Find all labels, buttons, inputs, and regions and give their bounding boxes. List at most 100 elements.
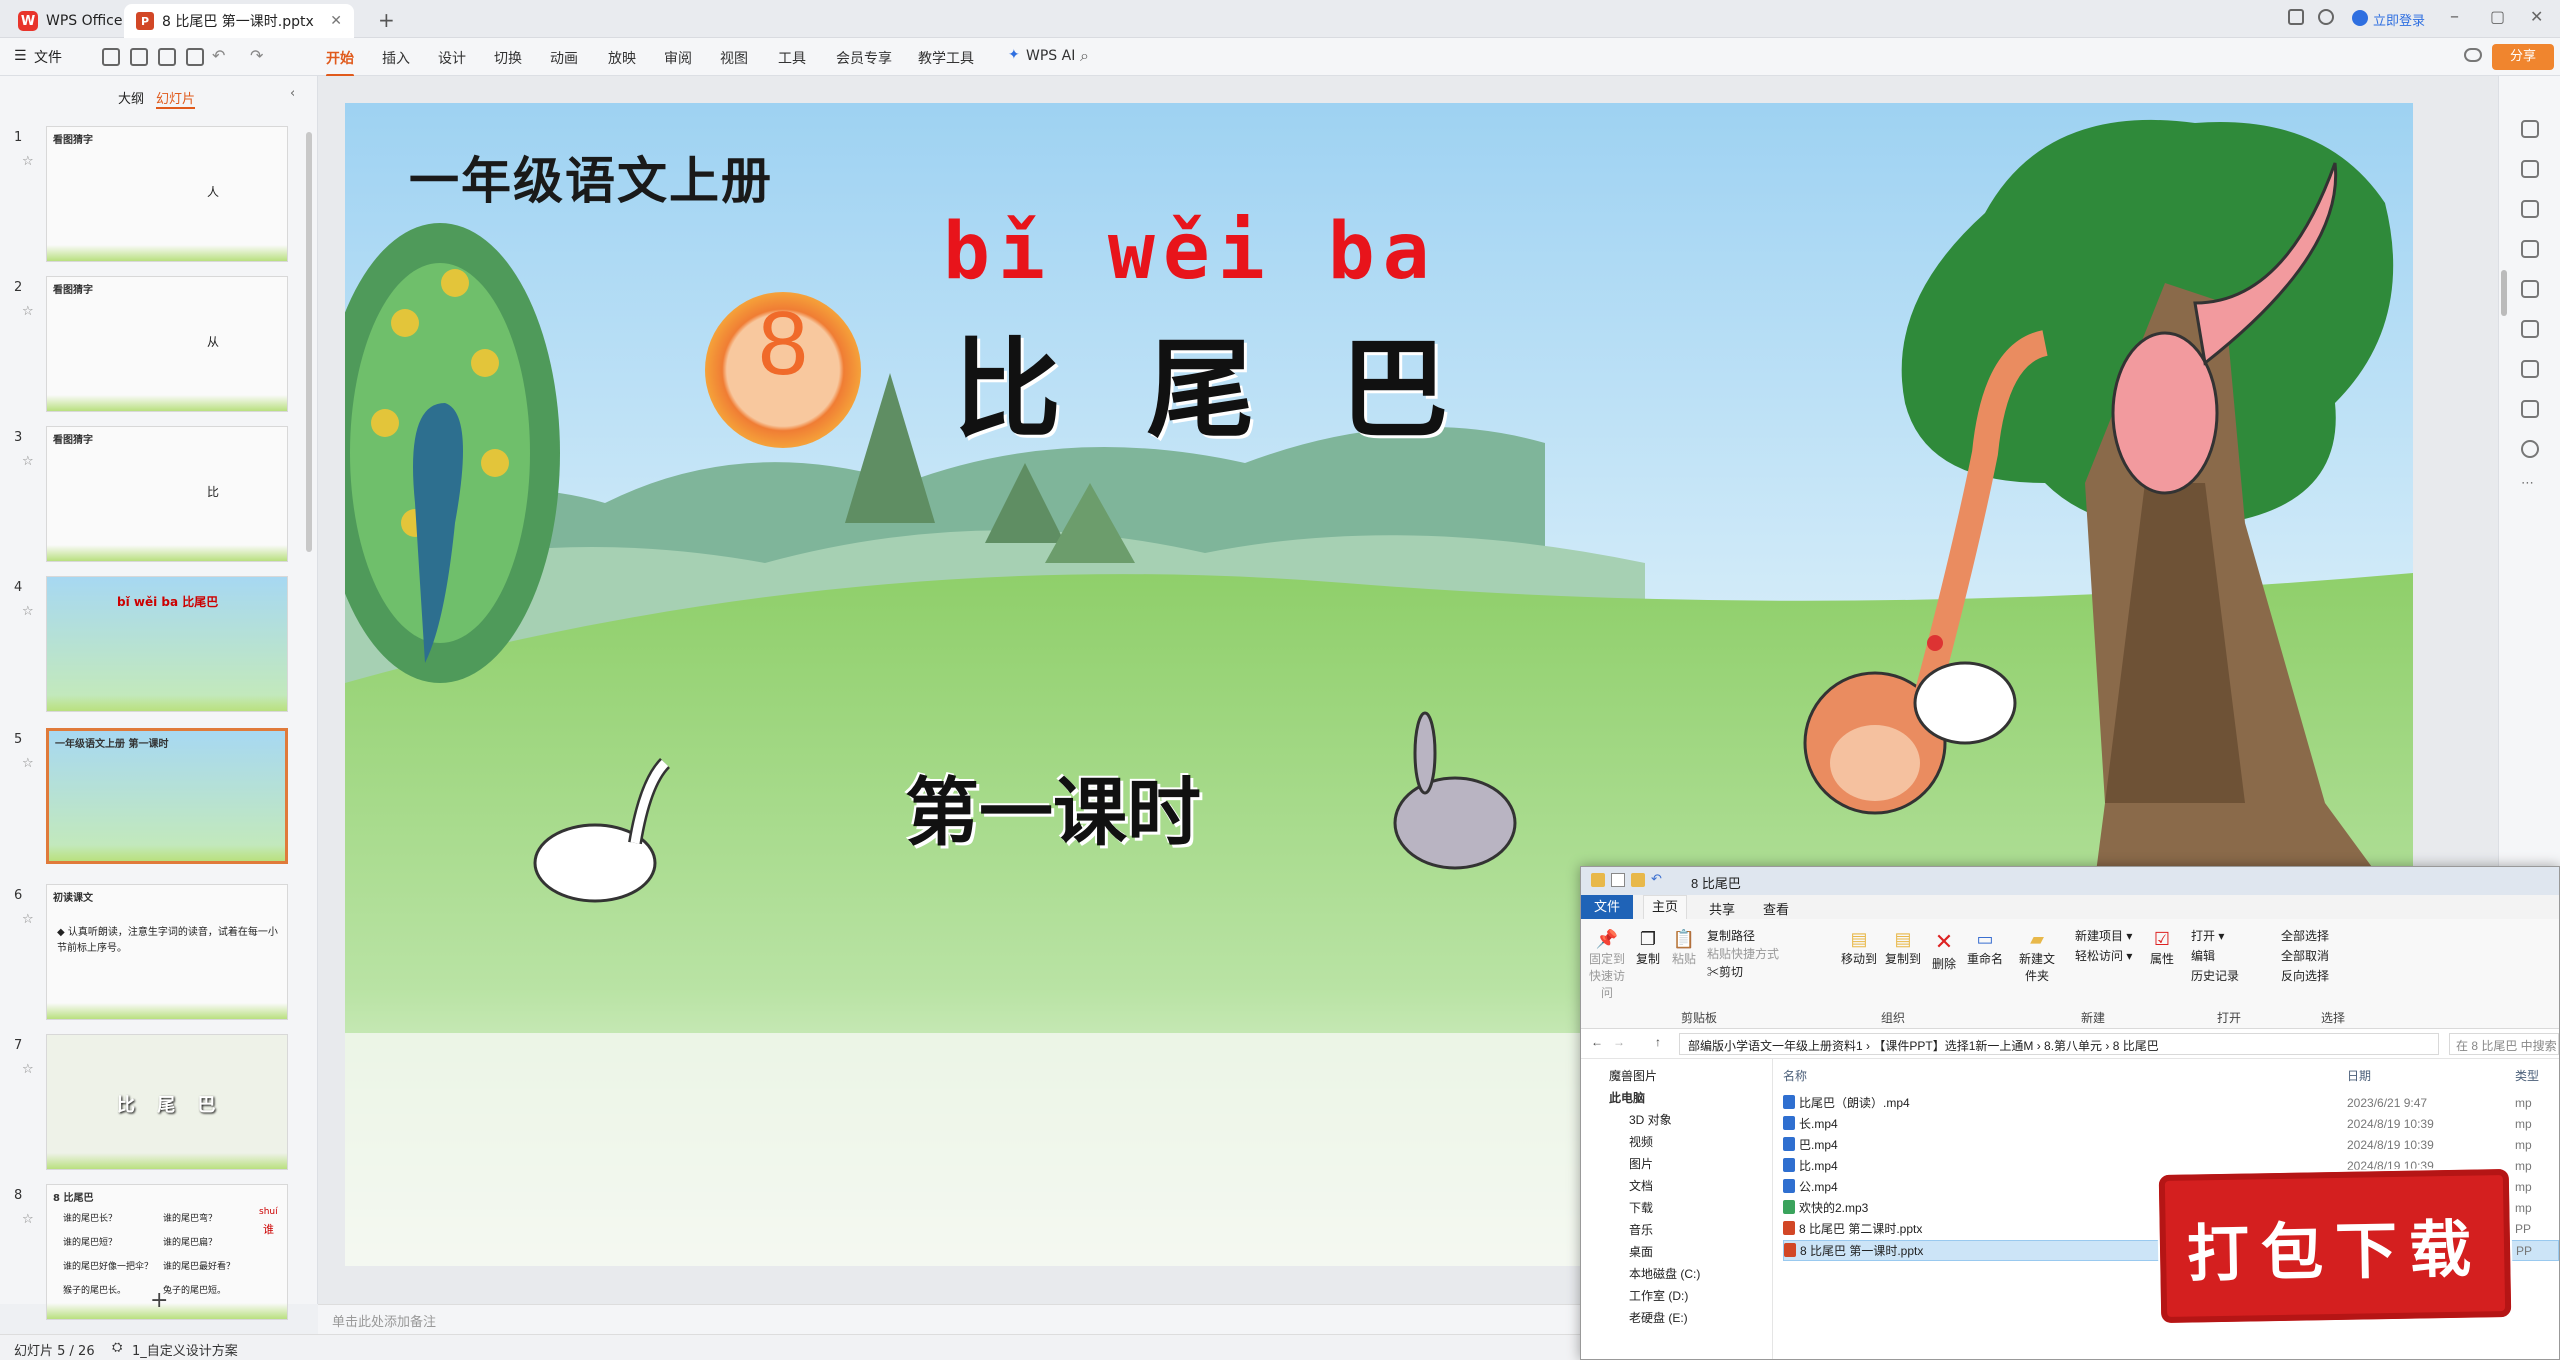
up-icon[interactable]: ↑	[1655, 1035, 1661, 1049]
share-button[interactable]: 分享	[2492, 44, 2554, 70]
rename-button[interactable]: ▭ 重命名	[1965, 929, 2005, 967]
slide-thumbnail[interactable]: 初读课文 ◆ 认真听朗读，注意生字词的读音，试着在每一小节前标上序号。	[46, 884, 288, 1020]
copy-to-button[interactable]: ▤ 复制到	[1883, 929, 1923, 967]
nav-item-this-pc[interactable]: 此电脑	[1609, 1089, 1645, 1106]
nav-item[interactable]: 3D 对象	[1629, 1111, 1672, 1128]
copy-button[interactable]: ❐ 复制	[1633, 929, 1663, 967]
star-icon[interactable]: ☆	[22, 1062, 34, 1077]
notes-pane[interactable]: 单击此处添加备注	[318, 1304, 1588, 1334]
column-date[interactable]: 日期	[2347, 1067, 2371, 1084]
properties-button[interactable]: ☑ 属性	[2147, 929, 2177, 967]
hamburger-icon[interactable]: ☰	[14, 48, 27, 64]
path-field[interactable]: 部编版小学语文一年级上册资料1 › 【课件PPT】选择1新一上通M › 8.第八…	[1679, 1033, 2439, 1055]
nav-item[interactable]: 桌面	[1629, 1243, 1653, 1260]
star-icon[interactable]: ☆	[22, 756, 34, 771]
tab-home[interactable]: W WPS Office	[6, 4, 135, 38]
export-icon[interactable]	[130, 48, 148, 66]
file-row[interactable]: 比尾巴（朗读）.mp4 2023/6/21 9:47 mp	[1783, 1093, 2559, 1114]
theme-name[interactable]: 1_自定义设计方案	[132, 1340, 238, 1359]
save-icon[interactable]	[102, 48, 120, 66]
nav-item[interactable]: 音乐	[1629, 1221, 1653, 1238]
new-tab-icon[interactable]: +	[378, 8, 395, 32]
panel-scrollbar[interactable]	[306, 132, 312, 552]
delete-button[interactable]: ✕ 删除	[1929, 929, 1959, 972]
easy-access-button[interactable]: 轻松访问 ▾	[2075, 947, 2132, 964]
path-segment[interactable]: 部编版小学语文一年级上册资料1	[1688, 1039, 1863, 1053]
forward-icon[interactable]: →	[1613, 1035, 1625, 1049]
tab-slides[interactable]: 幻灯片	[156, 88, 196, 109]
tab-document[interactable]: P 8 比尾巴 第一课时.pptx ✕	[124, 4, 354, 38]
copy-path-button[interactable]: 复制路径	[1707, 927, 1755, 944]
cloud-icon[interactable]	[2464, 48, 2482, 62]
search-field[interactable]: 在 8 比尾巴 中搜索	[2449, 1033, 2559, 1055]
edit-button[interactable]: 编辑	[2191, 947, 2215, 964]
close-window-icon[interactable]: ✕	[2530, 7, 2543, 26]
path-segment[interactable]: 【课件PPT】选择1新一上通M	[1873, 1039, 2033, 1053]
nav-item[interactable]: 图片	[1629, 1155, 1653, 1172]
close-tab-icon[interactable]: ✕	[330, 13, 342, 29]
history-button[interactable]: 历史记录	[2191, 967, 2239, 984]
menu-review[interactable]: 审阅	[664, 48, 692, 68]
cut-button[interactable]: ✂剪切	[1707, 963, 1743, 980]
menu-view[interactable]: 视图	[720, 48, 748, 68]
menu-insert[interactable]: 插入	[382, 48, 410, 68]
pin-quick-access-button[interactable]: 📌 固定到快速访问	[1587, 929, 1627, 1001]
slide-thumbnail[interactable]: 看图猜字比	[46, 426, 288, 562]
nav-item[interactable]: 下载	[1629, 1199, 1653, 1216]
cube-icon[interactable]	[2318, 9, 2334, 25]
file-row[interactable]: 长.mp4 2024/8/19 10:39 mp	[1783, 1114, 2559, 1135]
slide-thumbnail[interactable]: 看图猜字人	[46, 126, 288, 262]
star-icon[interactable]	[2521, 200, 2539, 218]
select-all-button[interactable]: 全部选择	[2281, 927, 2329, 944]
menu-transition[interactable]: 切换	[494, 48, 522, 68]
menu-slideshow[interactable]: 放映	[608, 48, 636, 68]
back-icon[interactable]: ←	[1591, 1035, 1603, 1049]
star-icon[interactable]: ☆	[22, 454, 34, 469]
nav-item[interactable]: 文档	[1629, 1177, 1653, 1194]
collapse-panel-icon[interactable]: ‹	[290, 86, 295, 101]
login-link[interactable]: 立即登录	[2373, 10, 2425, 29]
column-name[interactable]: 名称	[1783, 1067, 1807, 1084]
edit-icon[interactable]	[2521, 320, 2539, 338]
tab-outline[interactable]: 大纲	[118, 88, 144, 107]
nav-item[interactable]: 本地磁盘 (C:)	[1629, 1265, 1700, 1282]
copy-icon[interactable]	[2521, 240, 2539, 258]
slide-thumbnail[interactable]: 比 尾 巴	[46, 1034, 288, 1170]
tab-view[interactable]: 查看	[1763, 899, 1789, 918]
menu-member[interactable]: 会员专享	[836, 48, 892, 68]
file-row[interactable]: 巴.mp4 2024/8/19 10:39 mp	[1783, 1135, 2559, 1156]
star-icon[interactable]: ☆	[22, 912, 34, 927]
menu-start[interactable]: 开始	[326, 48, 354, 77]
new-item-button[interactable]: 新建项目 ▾	[2075, 927, 2132, 944]
undo-icon[interactable]: ↶	[212, 46, 225, 65]
help-icon[interactable]	[2521, 440, 2539, 458]
slide-thumbnail[interactable]: bǐ wěi ba 比尾巴	[46, 576, 288, 712]
star-icon[interactable]: ☆	[22, 1212, 34, 1227]
maximize-icon[interactable]: ▢	[2490, 7, 2505, 26]
minus-icon[interactable]	[2521, 120, 2539, 138]
invert-selection-button[interactable]: 反向选择	[2281, 967, 2329, 984]
nav-item[interactable]: 老硬盘 (E:)	[1629, 1309, 1688, 1326]
nav-item[interactable]: 魔兽图片	[1609, 1067, 1657, 1084]
image-icon[interactable]	[2521, 280, 2539, 298]
slide-thumbnail[interactable]: 看图猜字从	[46, 276, 288, 412]
layers-icon[interactable]	[2521, 400, 2539, 418]
slide-thumbnail[interactable]: 一年级语文上册 第一课时	[46, 728, 288, 864]
wps-ai-button[interactable]: WPS AI	[1026, 48, 1075, 64]
tab-share[interactable]: 共享	[1709, 899, 1735, 918]
menu-teaching[interactable]: 教学工具	[918, 48, 974, 68]
menu-tools[interactable]: 工具	[778, 48, 806, 68]
print-icon[interactable]	[158, 48, 176, 66]
layout-icon[interactable]	[2288, 9, 2304, 25]
bookmark-icon[interactable]	[2521, 360, 2539, 378]
menu-animation[interactable]: 动画	[550, 48, 578, 68]
paste-button[interactable]: 📋 粘贴	[1669, 929, 1699, 967]
preview-icon[interactable]	[186, 48, 204, 66]
tab-home[interactable]: 主页	[1643, 895, 1687, 919]
path-segment[interactable]: 8.第八单元	[2044, 1039, 2102, 1053]
canvas-scrollbar[interactable]	[2501, 270, 2507, 316]
new-folder-icon[interactable]	[1631, 873, 1645, 887]
search-icon[interactable]: ⌕	[1080, 46, 1089, 66]
avatar-icon[interactable]	[2352, 10, 2368, 26]
file-menu[interactable]: 文件	[34, 47, 62, 67]
